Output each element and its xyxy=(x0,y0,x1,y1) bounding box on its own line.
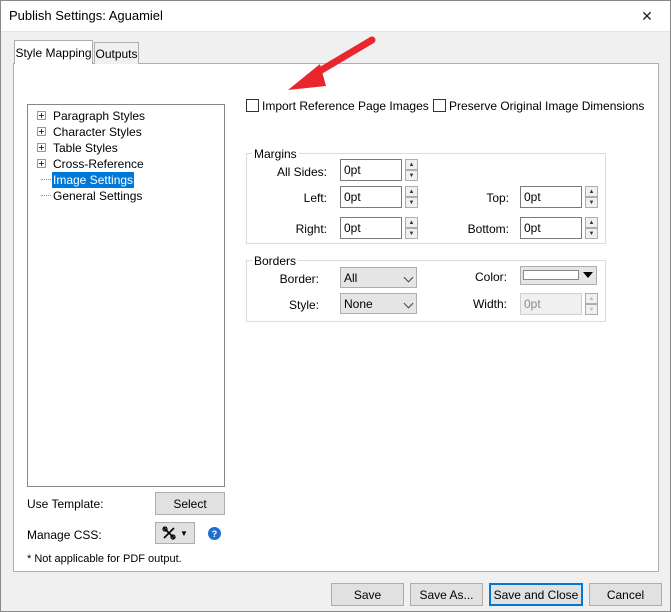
tree-connector xyxy=(41,179,51,180)
manage-css-button[interactable]: ▼ xyxy=(155,522,195,544)
spin-down-icon[interactable]: ▼ xyxy=(405,197,418,208)
style-label: Style: xyxy=(288,298,319,312)
chevron-down-icon: ▼ xyxy=(180,528,188,538)
spin-up-icon[interactable]: ▲ xyxy=(585,186,598,197)
tree-item-general-settings[interactable]: General Settings xyxy=(28,188,218,204)
spin-down-icon[interactable]: ▼ xyxy=(585,197,598,208)
import-reference-checkbox[interactable] xyxy=(246,99,259,112)
tree-item-paragraph-styles[interactable]: Paragraph Styles xyxy=(28,108,218,124)
tools-icon xyxy=(162,526,176,540)
preserve-dimensions-checkbox[interactable] xyxy=(433,99,446,112)
spin-up-icon[interactable]: ▲ xyxy=(585,217,598,228)
tree-item-label: Image Settings xyxy=(52,172,135,188)
close-button[interactable]: ✕ xyxy=(627,4,667,28)
tree-item-cross-reference[interactable]: Cross-Reference xyxy=(28,156,218,172)
color-swatch xyxy=(523,270,579,280)
expand-icon[interactable] xyxy=(37,159,46,168)
border-label: Border: xyxy=(279,272,319,286)
spin-up-icon[interactable]: ▲ xyxy=(405,186,418,197)
dropdown-arrow-icon xyxy=(583,272,593,278)
save-button[interactable]: Save xyxy=(331,583,404,606)
spin-up-icon[interactable]: ▲ xyxy=(405,217,418,228)
width-label: Width: xyxy=(472,297,507,311)
chevron-down-icon xyxy=(403,272,414,283)
import-reference-label[interactable]: Import Reference Page Images xyxy=(262,99,429,113)
tab-outputs[interactable]: Outputs xyxy=(94,42,139,64)
settings-tree: Paragraph Styles Character Styles Table … xyxy=(27,104,225,487)
all-sides-input[interactable]: 0pt xyxy=(340,159,402,181)
pdf-note: * Not applicable for PDF output. xyxy=(27,553,182,565)
chevron-down-icon xyxy=(403,298,414,309)
window-title: Publish Settings: Aguamiel xyxy=(9,8,163,23)
top-label: Top: xyxy=(486,191,509,205)
spin-down-icon[interactable]: ▼ xyxy=(585,228,598,239)
cancel-button[interactable]: Cancel xyxy=(589,583,662,606)
tree-item-label: Paragraph Styles xyxy=(53,109,146,123)
bottom-margin-input[interactable]: 0pt xyxy=(520,217,582,239)
borders-title: Borders xyxy=(252,254,299,268)
all-sides-label: All Sides: xyxy=(276,165,327,179)
spin-down-icon: ▼ xyxy=(585,304,598,315)
border-select-value: All xyxy=(344,270,358,285)
spin-up-icon[interactable]: ▲ xyxy=(405,159,418,170)
top-margin-input[interactable]: 0pt xyxy=(520,186,582,208)
spin-up-icon: ▲ xyxy=(585,293,598,304)
bottom-label: Bottom: xyxy=(467,222,509,236)
margins-title: Margins xyxy=(252,147,299,161)
expand-icon[interactable] xyxy=(37,111,46,120)
right-label: Right: xyxy=(295,222,327,236)
left-margin-input[interactable]: 0pt xyxy=(340,186,402,208)
expand-icon[interactable] xyxy=(37,127,46,136)
tab-style-mapping[interactable]: Style Mapping xyxy=(14,40,93,64)
save-and-close-button[interactable]: Save and Close xyxy=(489,583,583,606)
tree-connector xyxy=(41,195,51,196)
tree-item-label: General Settings xyxy=(53,189,143,203)
select-template-button[interactable]: Select xyxy=(155,492,225,515)
color-label: Color: xyxy=(474,270,507,284)
style-select-value: None xyxy=(344,296,373,311)
save-as-button[interactable]: Save As... xyxy=(410,583,483,606)
manage-css-label: Manage CSS: xyxy=(27,528,102,542)
annotation-arrow-icon xyxy=(288,36,376,90)
expand-icon[interactable] xyxy=(37,143,46,152)
tree-item-label: Table Styles xyxy=(53,141,118,155)
width-input: 0pt xyxy=(520,293,582,315)
help-icon[interactable]: ? xyxy=(208,527,221,540)
spin-down-icon[interactable]: ▼ xyxy=(405,170,418,181)
border-select[interactable]: All xyxy=(340,267,417,288)
tree-item-table-styles[interactable]: Table Styles xyxy=(28,140,218,156)
left-label: Left: xyxy=(303,191,327,205)
tree-item-character-styles[interactable]: Character Styles xyxy=(28,124,218,140)
preserve-dimensions-label[interactable]: Preserve Original Image Dimensions xyxy=(449,99,644,113)
tree-item-label: Cross-Reference xyxy=(53,157,144,171)
style-select[interactable]: None xyxy=(340,293,417,314)
use-template-label: Use Template: xyxy=(27,497,104,511)
tree-item-label: Character Styles xyxy=(53,125,142,139)
tree-item-image-settings[interactable]: Image Settings xyxy=(28,172,218,188)
close-icon: ✕ xyxy=(641,7,653,24)
spin-down-icon[interactable]: ▼ xyxy=(405,228,418,239)
right-margin-input[interactable]: 0pt xyxy=(340,217,402,239)
